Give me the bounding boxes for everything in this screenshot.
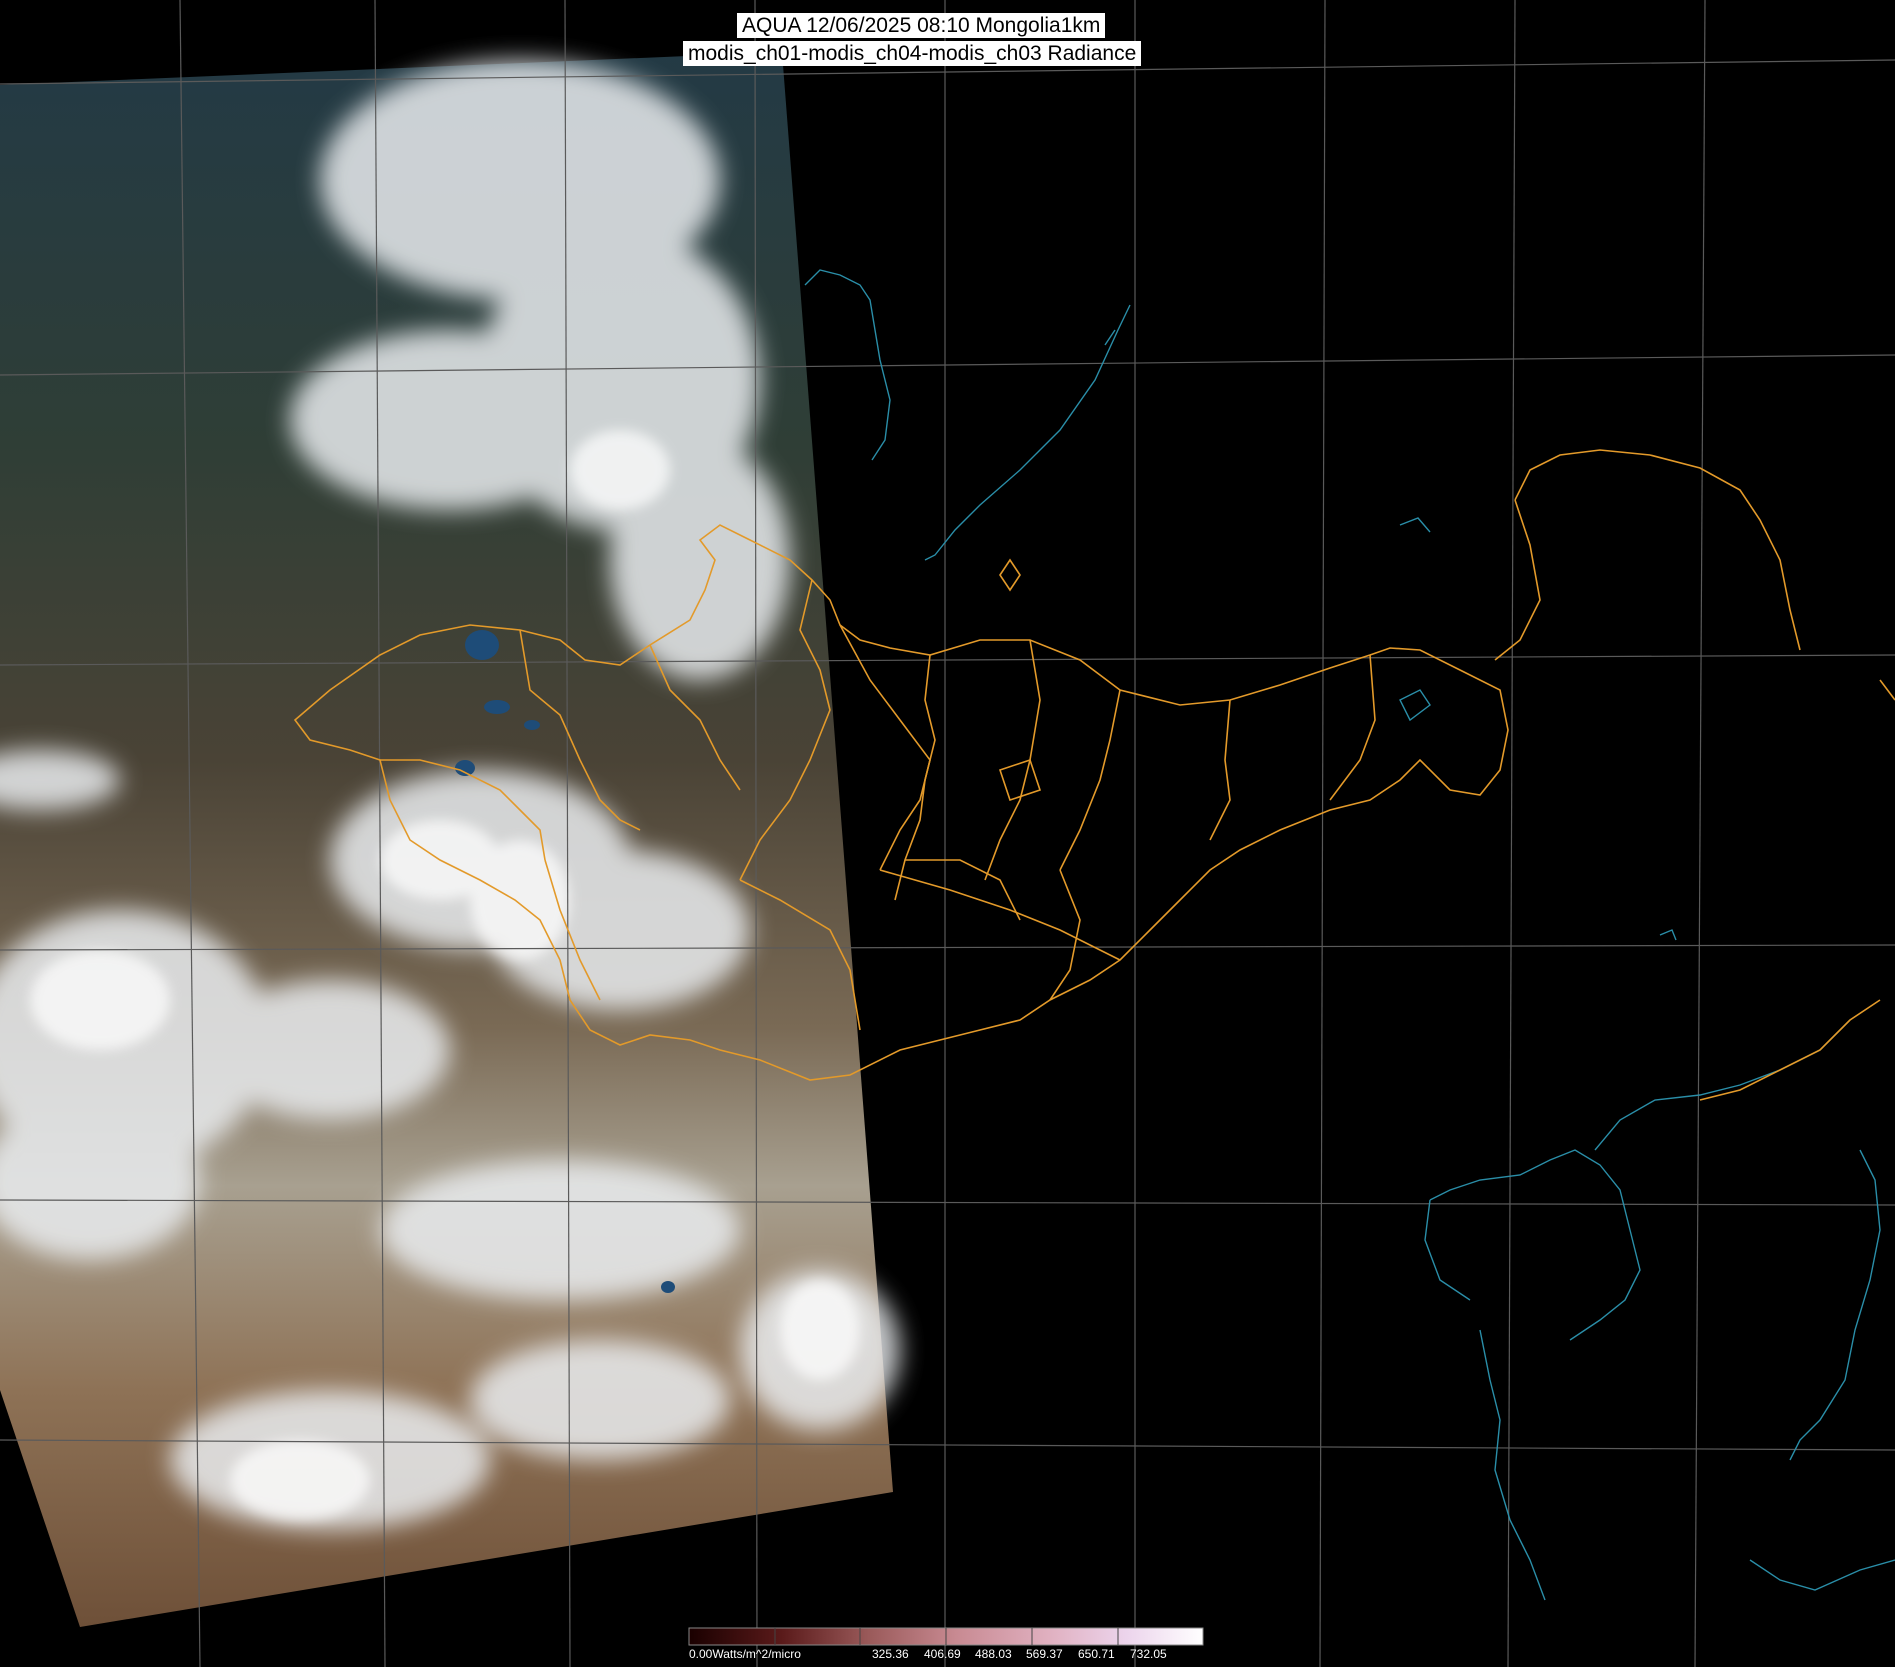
colorbar-tick-label: 732.05 — [1130, 1647, 1167, 1661]
satellite-map — [0, 0, 1895, 1667]
map-title-line2: modis_ch01-modis_ch04-modis_ch03 Radianc… — [683, 41, 1142, 66]
satellite-swath — [0, 52, 900, 1627]
colorbar-unit-label: 0.00Watts/m^2/micro — [689, 1647, 801, 1661]
colorbar-tick-label: 488.03 — [975, 1647, 1012, 1661]
colorbar-tick-label: 650.71 — [1078, 1647, 1115, 1661]
colorbar-tick-label: 406.69 — [924, 1647, 961, 1661]
colorbar-tick-label: 325.36 — [872, 1647, 909, 1661]
map-title-line1: AQUA 12/06/2025 08:10 Mongolia1km — [737, 13, 1106, 38]
colorbar-tick-label: 569.37 — [1026, 1647, 1063, 1661]
coastlines — [804, 269, 1895, 1601]
